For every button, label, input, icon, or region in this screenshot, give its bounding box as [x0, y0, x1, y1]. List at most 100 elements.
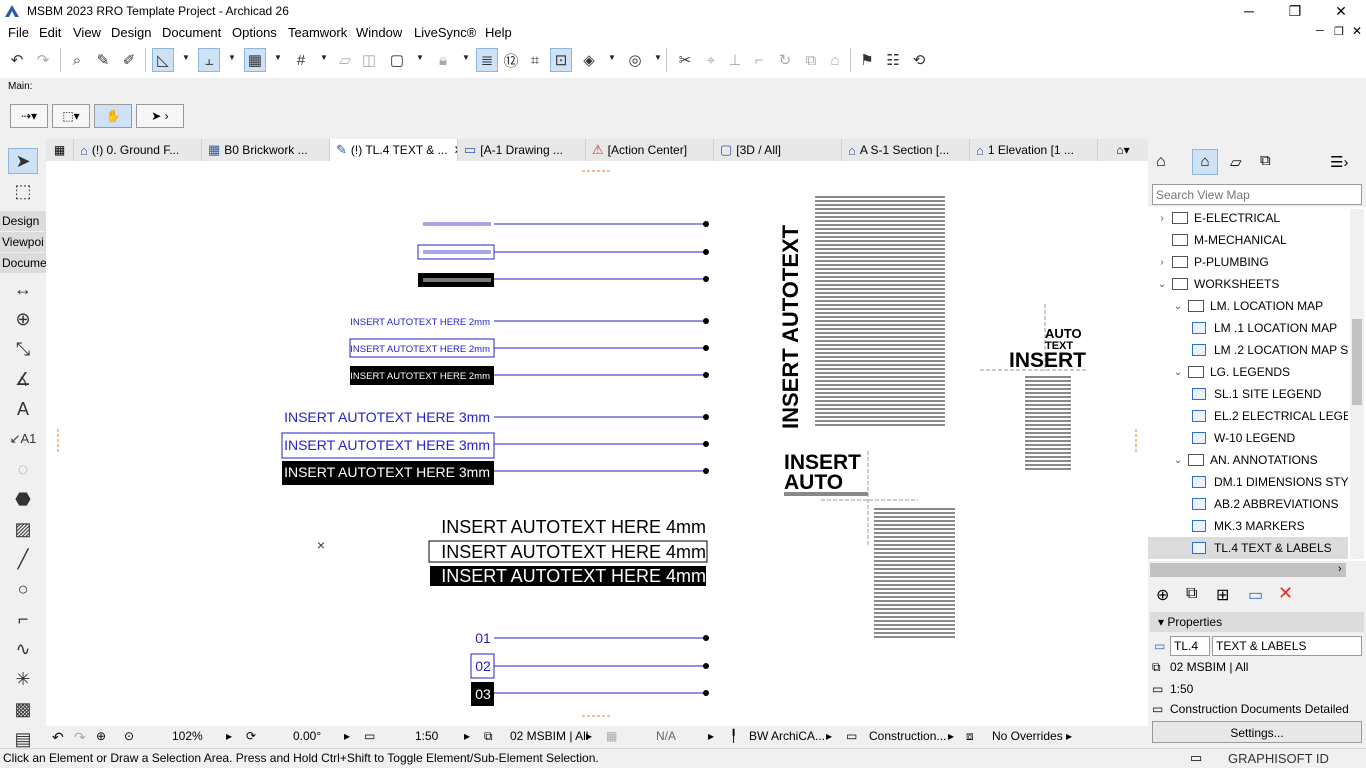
chevron-right-icon[interactable]: ▸: [1066, 729, 1072, 743]
tab-text-labels[interactable]: ✎(!) TL.4 TEXT & ...✕: [330, 139, 458, 161]
chevron-down-icon[interactable]: ▼: [320, 53, 328, 62]
tab-action-center[interactable]: ⚠ [Action Center]: [586, 139, 714, 161]
label-3mm-plain[interactable]: INSERT AUTOTEXT HERE 3mm: [284, 409, 490, 425]
dimension-value[interactable]: N/A: [656, 729, 676, 743]
chevron-right-icon[interactable]: ▸: [826, 729, 832, 743]
adjust-icon[interactable]: ⌖: [700, 48, 722, 72]
tab-list-button[interactable]: ⌂▾: [1098, 139, 1148, 161]
insert-auto-sample[interactable]: INSERT AUTO: [784, 451, 918, 546]
angle-dimension-icon[interactable]: ∡: [8, 366, 38, 392]
selection-method-button[interactable]: ⇢▾: [10, 104, 48, 128]
tree-view-item[interactable]: DM.1 DIMENSIONS STYLE: [1148, 471, 1348, 493]
toolbox-section-document[interactable]: Docume: [0, 253, 46, 273]
rotate-view-icon[interactable]: ⟳: [246, 729, 256, 743]
menu-file[interactable]: File: [8, 25, 29, 40]
chevron-right-icon[interactable]: ▸: [948, 729, 954, 743]
layers-icon[interactable]: ≣: [476, 48, 498, 72]
hotspot-tool-icon[interactable]: ✳: [8, 666, 38, 692]
fit-window-icon[interactable]: ⊙: [124, 729, 134, 743]
tab-brickwork[interactable]: ▦ B0 Brickwork ...: [202, 139, 330, 161]
grid-snap-icon[interactable]: #: [290, 48, 312, 72]
close-window-button[interactable]: ✕: [1318, 0, 1364, 22]
settings-button[interactable]: Settings...: [1152, 721, 1362, 743]
undo-icon[interactable]: ↶: [6, 48, 28, 72]
figure-tool-icon[interactable]: ▩: [8, 696, 38, 722]
menu-document[interactable]: Document: [162, 25, 221, 40]
sync-icon[interactable]: ⟲: [908, 48, 930, 72]
tree-view-item[interactable]: LM .2 LOCATION MAP SYM: [1148, 339, 1348, 361]
renovation-icon[interactable]: ◈: [578, 48, 600, 72]
marker-02[interactable]: 02: [475, 658, 491, 674]
redo-icon[interactable]: ↷: [32, 48, 54, 72]
expand-chevron-icon[interactable]: ›: [1156, 213, 1168, 224]
view-scale[interactable]: 1:50: [1170, 682, 1193, 696]
text-tool-icon[interactable]: A: [8, 396, 38, 422]
auto-label[interactable]: AUTO: [1045, 326, 1082, 341]
auto-word[interactable]: AUTO: [784, 471, 843, 494]
window-switch-icon[interactable]: ▭: [1190, 750, 1202, 766]
suspend-groups-icon[interactable]: ▢: [386, 48, 408, 72]
chevron-down-icon[interactable]: ▼: [416, 53, 424, 62]
quick-selection-button[interactable]: ✋: [94, 104, 132, 128]
label-3mm-inverted[interactable]: INSERT AUTOTEXT HERE 3mm: [284, 464, 490, 480]
doc-restore-icon[interactable]: ❐: [1334, 25, 1344, 38]
doc-minimize-icon[interactable]: ─: [1316, 25, 1324, 37]
resize-icon[interactable]: ⧉: [800, 48, 822, 72]
toolbox-section-viewpoint[interactable]: Viewpoi: [0, 232, 46, 252]
orientation-value[interactable]: 0.00°: [293, 729, 321, 743]
graphic-override-value[interactable]: No Overrides: [992, 729, 1063, 743]
label-4mm-framed[interactable]: INSERT AUTOTEXT HERE 4mm: [441, 542, 706, 562]
tree-view-item[interactable]: LM .1 LOCATION MAP: [1148, 317, 1348, 339]
guide-lines-icon[interactable]: ◺: [152, 48, 174, 72]
marker-tool-icon[interactable]: ◌: [8, 456, 38, 482]
tab-drawing[interactable]: ▭ [A-1 Drawing ...: [458, 139, 586, 161]
tab-elevation[interactable]: ⌂ 1 Elevation [1 ...: [970, 139, 1098, 161]
save-view-icon[interactable]: ⧉: [1186, 585, 1197, 603]
arrow-tool-icon[interactable]: ➤: [8, 148, 38, 174]
project-map-icon[interactable]: ⌂: [1156, 153, 1166, 171]
tree-folder-item[interactable]: › P-PLUMBING: [1148, 251, 1348, 273]
offset-icon[interactable]: ⊥: [724, 48, 746, 72]
snap-guides-icon[interactable]: ⫠: [198, 48, 220, 72]
pick-up-icon[interactable]: ✎: [92, 48, 114, 72]
zoom-in-icon[interactable]: ⊕: [96, 729, 106, 743]
zoom-value[interactable]: 102%: [172, 729, 203, 743]
zoom-previous-icon[interactable]: ↶: [52, 729, 64, 746]
menu-teamwork[interactable]: Teamwork: [288, 25, 347, 40]
roof-icon[interactable]: ⌂: [824, 48, 846, 72]
menu-help[interactable]: Help: [485, 25, 512, 40]
properties-header[interactable]: ▾ Properties: [1150, 612, 1364, 632]
label-4mm-inverted[interactable]: INSERT AUTOTEXT HERE 4mm: [441, 566, 706, 586]
tree-folder-item[interactable]: › E-ELECTRICAL: [1148, 207, 1348, 229]
auto-text-sample[interactable]: AUTO TEXT INSERT: [980, 304, 1086, 372]
chevron-right-icon[interactable]: ▸: [226, 729, 232, 743]
expand-chevron-icon[interactable]: ⌄: [1156, 279, 1168, 290]
menu-options[interactable]: Options: [232, 25, 277, 40]
trace-icon[interactable]: ◫: [358, 48, 380, 72]
marquee-method-button[interactable]: ⬚▾: [52, 104, 90, 128]
pen-set-value[interactable]: BW ArchiCA...: [749, 729, 825, 743]
label-2mm-inverted[interactable]: INSERT AUTOTEXT HERE 2mm: [350, 371, 490, 382]
cross-marker[interactable]: ×: [317, 537, 325, 553]
vertical-autotext[interactable]: INSERT AUTOTEXT: [778, 224, 803, 429]
marquee-tool-icon[interactable]: ⬚: [8, 178, 38, 204]
expand-chevron-icon[interactable]: ›: [1156, 257, 1168, 268]
marker-01[interactable]: 01: [475, 630, 491, 646]
chevron-down-icon[interactable]: ▼: [608, 53, 616, 62]
horizontal-scrollbar[interactable]: [1150, 563, 1346, 577]
publisher-icon[interactable]: ⧉: [1260, 152, 1271, 169]
expand-chevron-icon[interactable]: ⌄: [1172, 455, 1184, 466]
minimize-button[interactable]: ─: [1226, 0, 1272, 22]
xy-grid-icon[interactable]: ▦: [244, 48, 266, 72]
graphisoft-id-link[interactable]: GRAPHISOFT ID: [1228, 751, 1329, 766]
tree-folder-item[interactable]: ⌄ LM. LOCATION MAP: [1148, 295, 1348, 317]
tab-overview-icon[interactable]: ▦: [46, 139, 74, 161]
tab-ground-floor[interactable]: ⌂ (!) 0. Ground F...: [74, 139, 202, 161]
delete-icon[interactable]: ✕: [1278, 583, 1293, 604]
zoom-next-icon[interactable]: ↷: [74, 729, 86, 746]
chevron-down-icon[interactable]: ▼: [274, 53, 282, 62]
label-4mm-plain[interactable]: INSERT AUTOTEXT HERE 4mm: [441, 517, 706, 537]
tree-folder-item[interactable]: ⌄ LG. LEGENDS: [1148, 361, 1348, 383]
tab-3d[interactable]: ▢ [3D / All]: [714, 139, 842, 161]
level-dimension-icon[interactable]: ⤡: [8, 336, 38, 362]
